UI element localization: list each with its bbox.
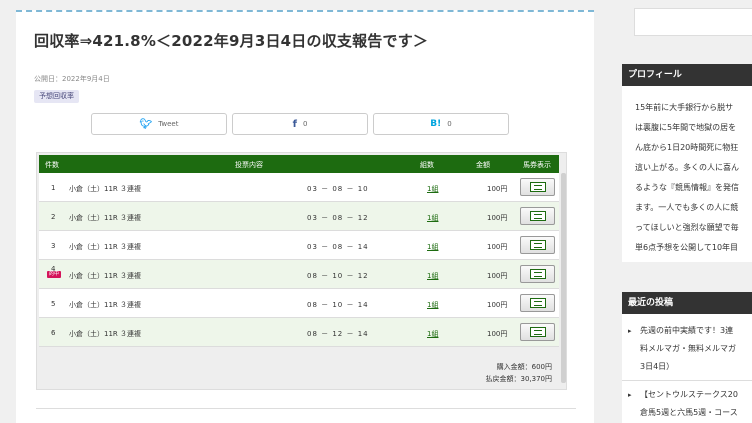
next-section: [36, 408, 576, 423]
row-amount: 100円: [487, 272, 508, 280]
header-ticket: 馬券表示: [523, 161, 551, 169]
row-count-link[interactable]: 1組: [427, 213, 438, 223]
recent-post-link[interactable]: 【セントウルステークス20 倉馬5週と六馬5週・コース: [628, 386, 738, 422]
row-amount: 100円: [487, 214, 508, 222]
payout-total: 払戻金額：30,370円: [485, 375, 553, 383]
bet-table-header: 件数 投票内容 組数 金額 馬券表示: [39, 155, 559, 173]
recent-post-link[interactable]: 先週の前中実績です！3連 料メルマガ・無料メルマガ 3日4日）: [628, 322, 736, 376]
hatena-icon: B!: [430, 119, 442, 129]
row-no: 5: [51, 300, 56, 308]
header-content: 投票内容: [235, 161, 263, 169]
row-combo: 03 － 08 － 14: [307, 243, 369, 251]
row-amount: 100円: [487, 243, 508, 251]
recent-posts-heading: 最近の投稿: [622, 292, 752, 314]
row-no: 6: [51, 329, 56, 337]
row-no: 1: [51, 184, 56, 192]
profile-text: 15年前に大手銀行から脱サ は裏腹に5年間で地獄の居を ん底から1日20時間死に…: [635, 103, 739, 252]
sidebar-search-box[interactable]: [634, 8, 752, 36]
facebook-count: 0: [302, 120, 308, 128]
twitter-icon: 🐦︎: [139, 118, 153, 130]
ticket-view-button[interactable]: [520, 265, 555, 283]
ticket-icon: [530, 298, 546, 308]
header-no: 件数: [45, 161, 59, 169]
row-count-link[interactable]: 1組: [427, 329, 438, 339]
table-row: 5 小倉（土）11R ３連複 08 － 10 － 14 1組 100円: [39, 289, 559, 318]
profile-heading: プロフィール: [622, 64, 752, 86]
ticket-view-button[interactable]: [520, 294, 555, 312]
row-count-link[interactable]: 1組: [427, 300, 438, 310]
ticket-view-button[interactable]: [520, 323, 555, 341]
article-card: 回収率⇒421.8%＜2022年9月3日4日の収支報告です＞ 公開日：2022年…: [16, 10, 594, 423]
header-amount: 金額: [476, 161, 490, 169]
row-race: 小倉（土）11R ３連複: [69, 301, 141, 309]
ticket-view-button[interactable]: [520, 236, 555, 254]
row-count-link[interactable]: 1組: [427, 242, 438, 252]
row-race: 小倉（土）11R ３連複: [69, 185, 141, 193]
row-no: 2: [51, 213, 56, 221]
row-combo: 08 － 10 － 12: [307, 272, 369, 280]
ticket-icon: [530, 269, 546, 279]
table-row: 1 小倉（土）11R ３連複 03 － 08 － 10 1組 100円: [39, 173, 559, 202]
recent-posts-widget: 先週の前中実績です！3連 料メルマガ・無料メルマガ 3日4日） 【セントウルステ…: [622, 314, 752, 423]
row-combo: 03 － 08 － 12: [307, 214, 369, 222]
profile-widget: 15年前に大手銀行から脱サ は裏腹に5年間で地獄の居を ん底から1日20時間死に…: [622, 86, 752, 262]
hit-badge: 的中: [47, 271, 62, 278]
table-row: 2 小倉（土）11R ３連複 03 － 08 － 12 1組 100円: [39, 202, 559, 231]
row-amount: 100円: [487, 330, 508, 338]
divider: [622, 380, 752, 381]
article-title: 回収率⇒421.8%＜2022年9月3日4日の収支報告です＞: [34, 32, 429, 50]
row-race: 小倉（土）11R ３連複: [69, 330, 141, 338]
bet-rows: 1 小倉（土）11R ３連複 03 － 08 － 10 1組 100円 2 小倉…: [39, 173, 559, 347]
hatena-bookmark-button[interactable]: B! 0: [373, 113, 509, 135]
bet-totals: 購入金額：600円 払戻金額：30,370円: [486, 361, 553, 385]
tweet-label: Tweet: [158, 120, 179, 128]
row-count-link[interactable]: 1組: [427, 184, 438, 194]
table-row: 6 小倉（土）11R ３連複 08 － 12 － 14 1組 100円: [39, 318, 559, 347]
header-count: 組数: [420, 161, 434, 169]
row-race: 小倉（土）11R ３連複: [69, 272, 141, 280]
ticket-icon: [530, 211, 546, 221]
ticket-icon: [530, 327, 546, 337]
row-count-link[interactable]: 1組: [427, 271, 438, 281]
ticket-icon: [530, 240, 546, 250]
bet-table: 件数 投票内容 組数 金額 馬券表示 1 小倉（土）11R ３連複 03 － 0…: [36, 152, 567, 390]
publish-date: 公開日：2022年9月4日: [34, 75, 110, 83]
row-amount: 100円: [487, 185, 508, 193]
category-tag[interactable]: 予想回収率: [34, 90, 79, 103]
row-race: 小倉（土）11R ３連複: [69, 243, 141, 251]
row-amount: 100円: [487, 301, 508, 309]
hatena-count: 0: [447, 120, 452, 128]
row-no: 3: [51, 242, 56, 250]
row-race: 小倉（土）11R ３連複: [69, 214, 141, 222]
ticket-view-button[interactable]: [520, 207, 555, 225]
table-row: 4 的中 小倉（土）11R ３連複 08 － 10 － 12 1組 100円: [39, 260, 559, 289]
facebook-icon: f: [292, 118, 297, 130]
table-row: 3 小倉（土）11R ３連複 03 － 08 － 14 1組 100円: [39, 231, 559, 260]
ticket-icon: [530, 182, 546, 192]
ticket-view-button[interactable]: [520, 178, 555, 196]
row-combo: 08 － 10 － 14: [307, 301, 369, 309]
row-combo: 03 － 08 － 10: [307, 185, 369, 193]
row-combo: 08 － 12 － 14: [307, 330, 369, 338]
table-scrollbar[interactable]: [561, 173, 566, 383]
tweet-button[interactable]: 🐦︎ Tweet: [91, 113, 227, 135]
purchase-total: 購入金額：600円: [496, 363, 552, 371]
facebook-share-button[interactable]: f 0: [232, 113, 368, 135]
